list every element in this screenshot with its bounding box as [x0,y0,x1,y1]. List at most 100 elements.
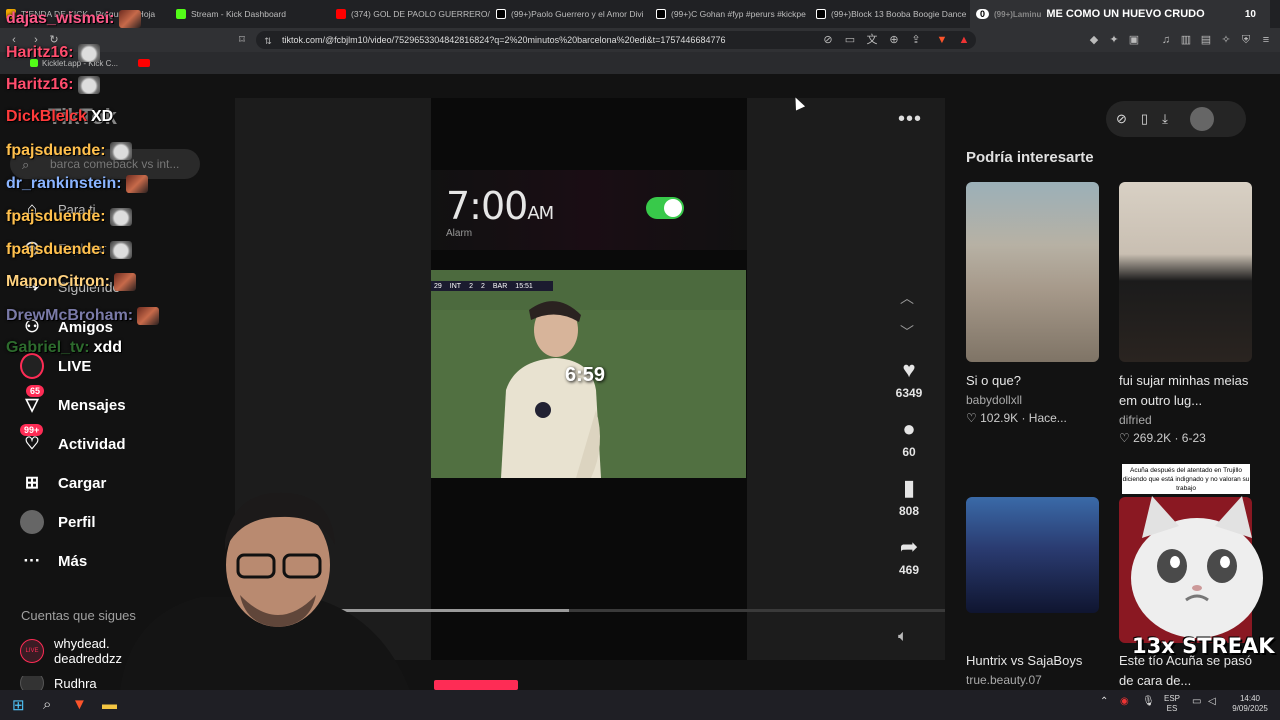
leo-icon[interactable]: ✧ [1220,34,1232,46]
browser-tab-bar: TIENDA DE KICK - Pregunta - Hoja Stream … [0,0,1280,28]
brave-browser-icon[interactable]: ▼ [72,696,87,713]
nav-label: Mensajes [58,396,126,414]
zoom-icon[interactable]: ⊕ [888,34,900,46]
face-emote-icon [125,175,148,193]
nav-item-actividad[interactable]: ♡ 99+ Actividad [20,424,126,459]
cat-emote-icon [109,142,132,160]
stream-title: ME COMO UN HUEVO CRUDO [1046,8,1205,20]
volume-tray-icon[interactable]: ◁ [1208,697,1216,707]
tab-favicon-icon [816,9,826,19]
browser-tab[interactable]: (99+)Paolo Guerrero y el Amor Divi [490,0,650,28]
language-indicator[interactable]: ESP ES [1164,694,1180,714]
mic-icon[interactable]: 🎙︎ [1142,697,1155,707]
recommendation-card[interactable]: fui sujar minhas meias em outro lug... d… [1119,182,1252,445]
chat-username: DickBlelck [6,108,87,125]
puzzle-icon[interactable]: ✦ [1108,34,1120,46]
chat-username: DrewMcBroham: [6,307,134,324]
video-thumbnail [966,182,1099,362]
brave-shield-icon[interactable]: ▼ [936,34,948,46]
following-account[interactable]: LIVE whydead. deadreddzz [20,636,122,666]
tab-favicon-icon [656,9,666,19]
cast-icon[interactable]: ▭ [844,34,856,46]
volume-icon[interactable]: 🔈︎ [898,628,908,646]
nav-item-mas[interactable]: ··· Más [20,546,88,576]
chat-username: dr_rankinstein: [6,175,122,192]
face-emote-icon [113,273,136,291]
chat-username: dajas_wismei: [6,10,115,27]
phone-icon[interactable]: ▯ [1141,111,1148,127]
card-stats: ♡ 102.9K · Hace... [966,411,1067,425]
comment-button[interactable]: ● 60 [888,416,930,460]
previous-video-icon[interactable]: ︿ [900,288,914,308]
menu-icon[interactable]: ≡ [1260,34,1272,46]
site-info-icon[interactable]: ⇅ [262,35,274,47]
extension-icon[interactable]: ◆ [1088,34,1100,46]
chat-text: xdd [93,339,123,356]
vpn-icon[interactable]: ⛨ [1240,34,1252,46]
coins-icon[interactable]: ⊘ [1116,111,1127,127]
nav-label: Perfil [58,513,96,531]
more-options-icon[interactable]: ••• [898,108,922,131]
tab-favicon-icon [496,9,506,19]
share-icon[interactable]: ⇪ [910,34,922,46]
chat-message: fpajsduende: [6,142,132,160]
card-stats: ♡ 269.2K · 6-23 [1119,431,1206,445]
save-button[interactable]: ▮ 808 [888,476,930,519]
browser-tab[interactable]: (99+)Block 13 Booba Boogie Dance [810,0,970,28]
tab-counter: 0 [976,9,990,19]
file-explorer-icon[interactable]: ▬ [102,696,117,713]
translate-icon[interactable]: 文 [866,34,878,46]
youtube-icon[interactable] [138,59,151,67]
tab-label: (99+)Laminu [994,9,1042,19]
screenshot-icon[interactable]: ▣ [1128,34,1140,46]
viewer-count: 10 [1244,8,1256,20]
nav-item-cargar[interactable]: ⊞ Cargar [20,468,106,498]
browser-tab[interactable]: (374) GOL DE PAOLO GUERRERO/ PE [330,0,490,28]
recommendation-card[interactable]: Si o que? babydollxll ♡ 102.9K · Hace... [966,182,1099,425]
search-icon[interactable]: ⌕ [43,696,51,713]
cat-emote-icon [77,76,100,94]
chat-message: DickBlelck XD [6,108,113,126]
chat-message: DrewMcBroham: [6,307,160,325]
crying-cat-emote [1124,488,1270,640]
avatar[interactable] [1189,107,1214,131]
nav-label: Actividad [58,435,126,453]
browser-tab[interactable]: (99+)C Gohan #fyp #perurs #kickpe [650,0,810,28]
browser-tab[interactable]: Stream - Kick Dashboard [170,0,330,28]
top-actions: ⊘ ▯ ⤓ [1106,101,1246,137]
nav-item-mensajes[interactable]: ▽ 65 Mensajes [20,385,126,420]
recommendation-card[interactable]: Huntrix vs SajaBoys true.beauty.07 [966,497,1099,687]
clock[interactable]: 14:40 9/09/2025 [1228,694,1272,714]
network-icon[interactable]: ▭ [1192,697,1201,707]
reader-mode-icon[interactable]: ⊘ [822,34,834,46]
sidebar-icon[interactable]: ▥ [1180,34,1192,46]
bookmark-icon[interactable]: ⌑ [236,34,248,46]
nav-label: Cargar [58,474,107,492]
chat-message: dajas_wismei: [6,10,141,28]
antivirus-icon[interactable]: ◉ [1120,697,1129,707]
following-account[interactable]: Rudhra [20,676,97,690]
chat-username: Haritz16: [6,44,74,61]
media-icon[interactable]: ♫ [1160,34,1172,46]
avatar: LIVE [20,639,44,663]
tray-overflow-icon[interactable]: ⌃ [1100,697,1108,707]
share-button[interactable]: ➦ 469 [888,534,930,578]
face-emote-icon [118,10,141,28]
share-arrow-icon: ➦ [899,534,919,559]
cat-emote-icon [77,44,100,62]
activity-icon: ♡ 99+ [20,424,44,456]
next-video-icon[interactable]: ﹀ [900,322,914,342]
rewards-icon[interactable]: ▲ [958,34,970,46]
wallet-icon[interactable]: ▤ [1200,34,1212,46]
tab-label: (99+)Block 13 Booba Boogie Dance [831,9,967,19]
windows-start-icon[interactable]: ⊞ [12,696,25,714]
save-count: 808 [898,504,920,518]
account-name: Rudhra [54,676,97,690]
nav-item-perfil[interactable]: Perfil [20,507,96,537]
download-icon[interactable]: ⤓ [1162,111,1168,127]
chat-username: fpajsduende: [6,208,106,225]
comment-icon: ● [902,416,916,441]
like-button[interactable]: ♥ 6349 [888,358,930,401]
windows-taskbar [0,690,1280,720]
browser-tab-active[interactable]: 0 (99+)Laminu ME COMO UN HUEVO CRUDO 10 [970,0,1270,28]
